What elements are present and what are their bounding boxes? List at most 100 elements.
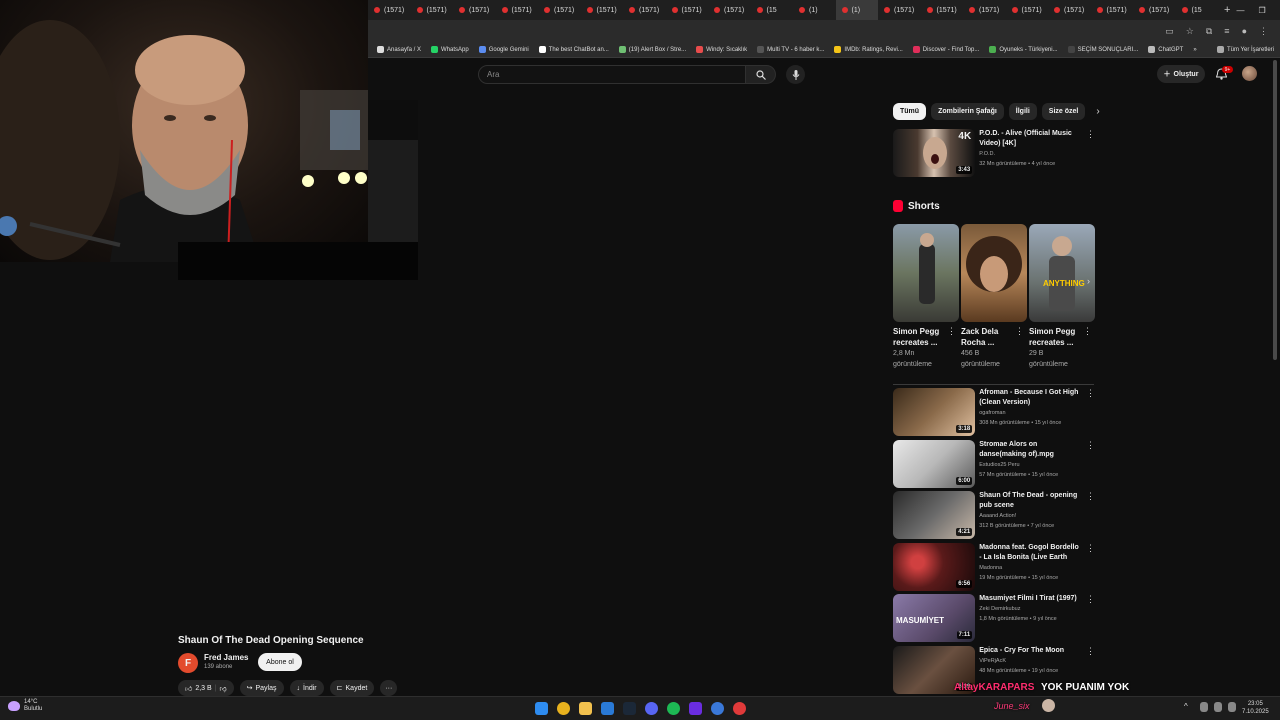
tab-search-icon[interactable]: ≡	[1224, 26, 1229, 36]
bookmark-item[interactable]: Anasayfa / X	[372, 46, 426, 53]
bookmark-item[interactable]: Windy: Sıcaklık	[691, 46, 752, 53]
more-actions-icon[interactable]: ⋮	[947, 326, 956, 370]
browser-tab[interactable]: (1571)	[411, 0, 454, 20]
network-icon[interactable]	[1214, 702, 1222, 712]
sidebar-video[interactable]: MASUMİYET 7:11 Masumiyet Filmi I Tirat (19…	[893, 594, 1095, 642]
browser-tab[interactable]: (1571)	[878, 0, 921, 20]
bookmark-item[interactable]: The best ChatBot an...	[534, 46, 614, 53]
short-title[interactable]: Simon Pegg recreates ...	[893, 326, 945, 348]
bookmark-item[interactable]: Google Gemini	[474, 46, 534, 53]
video-thumbnail[interactable]: 6:56	[893, 542, 976, 591]
bookmark-item[interactable]: WhatsApp	[426, 46, 474, 53]
video-channel[interactable]: Madonna	[979, 563, 1082, 573]
filter-chip[interactable]: Size özel	[1041, 103, 1086, 120]
short-title[interactable]: Simon Pegg recreates ...	[1029, 326, 1081, 348]
voice-search-button[interactable]	[786, 65, 805, 84]
account-avatar[interactable]	[1242, 66, 1257, 81]
video-thumbnail[interactable]: 4:21	[893, 491, 976, 539]
short-thumbnail[interactable]	[893, 224, 959, 322]
short-thumbnail[interactable]	[961, 224, 1027, 322]
obs-icon[interactable]	[689, 702, 702, 715]
browser-tab[interactable]: (1571)	[666, 0, 709, 20]
filter-chip[interactable]: Zombilerin Şafağı	[931, 103, 1004, 120]
chevron-right-icon[interactable]: ›	[1087, 276, 1090, 286]
profile-icon[interactable]: ●	[1242, 26, 1247, 36]
browser-tab[interactable]: (1571)	[581, 0, 624, 20]
browser-tab[interactable]: (1571)	[1133, 0, 1176, 20]
video-channel[interactable]: ogafroman	[979, 408, 1082, 418]
chrome-icon[interactable]	[557, 702, 570, 715]
more-actions-icon[interactable]: ⋮	[1015, 326, 1024, 370]
browser-tab[interactable]: (1571)	[921, 0, 964, 20]
video-channel[interactable]: Zeki Demirkubuz	[979, 604, 1082, 614]
bookmark-item[interactable]: Oyuneks - Türkiyeni...	[984, 46, 1062, 53]
short-info[interactable]: Zack Dela Rocha ... 456 B görüntüleme ⋮	[961, 326, 1024, 370]
more-actions-icon[interactable]: ⋮	[1086, 388, 1095, 436]
chevron-right-icon[interactable]: ›	[1096, 106, 1099, 117]
subscribe-button[interactable]: Abone ol	[258, 653, 302, 671]
search-input[interactable]: Ara	[478, 65, 746, 84]
bookmark-item[interactable]: Discover - Find Top...	[908, 46, 985, 53]
browser-tab[interactable]: (1571)	[496, 0, 539, 20]
video-title[interactable]: Masumiyet Filmi I Tirat (1997)	[979, 594, 1082, 604]
browser-tab[interactable]: (1571)	[1048, 0, 1091, 20]
more-actions-icon[interactable]: ⋮	[1083, 326, 1092, 370]
tray-chevron-icon[interactable]: ^	[1184, 702, 1192, 715]
extensions-icon[interactable]: ⧉	[1206, 26, 1212, 37]
browser-tab[interactable]: (1571)	[538, 0, 581, 20]
more-actions-icon[interactable]: ⋮	[1086, 543, 1095, 591]
share-button[interactable]: ↪ Paylaş	[239, 680, 284, 696]
maximize-icon[interactable]: ❐	[1258, 6, 1265, 15]
video-channel[interactable]: Aaaand Action!	[979, 511, 1082, 521]
bookmark-item[interactable]: IMDb: Ratings, Revi...	[829, 46, 907, 53]
clock[interactable]: 23:05 7.10.2025	[1242, 700, 1269, 716]
discord-icon[interactable]	[645, 702, 658, 715]
browser-tab[interactable]: (1571)	[708, 0, 751, 20]
spotify-icon[interactable]	[667, 702, 680, 715]
volume-icon[interactable]	[1228, 702, 1236, 712]
more-actions-icon[interactable]: ⋮	[1086, 491, 1095, 539]
browser-tab[interactable]: (15	[1176, 0, 1219, 20]
browser-tab[interactable]: (1571)	[368, 0, 411, 20]
short-info[interactable]: Simon Pegg recreates ... 2,8 Mn görüntüle…	[893, 326, 956, 370]
bookmarks-more-button[interactable]: »	[1188, 47, 1201, 53]
new-tab-button[interactable]: +	[1218, 4, 1236, 16]
sidebar-video[interactable]: 6:56 Madonna feat. Gogol Bordello - La Is…	[893, 542, 1095, 591]
sidebar-video[interactable]: 6:00 Stromae Alors on danse(making of).mp…	[893, 439, 1095, 488]
browser-tab[interactable]: (1)	[835, 0, 878, 20]
video-thumbnail[interactable]: 4K 3:43	[893, 129, 976, 177]
browser-tab[interactable]: (1571)	[623, 0, 666, 20]
browser-tab[interactable]: (1571)	[1091, 0, 1134, 20]
menu-icon[interactable]: ⋮	[1259, 26, 1268, 37]
video-channel[interactable]: ViPeRjAcK	[979, 656, 1082, 666]
sidebar-video[interactable]: 3:18 Afroman - Because I Got High (Clean …	[893, 388, 1095, 436]
short-info[interactable]: Simon Pegg recreates ... 29 B görüntüleme…	[1029, 326, 1092, 370]
video-title[interactable]: Stromae Alors on danse(making of).mpg	[979, 440, 1082, 460]
bookmark-item[interactable]: (19) Alert Box / Stre...	[614, 46, 691, 53]
all-bookmarks-button[interactable]: Tüm Yer İşaretleri	[1212, 46, 1280, 53]
filter-chip[interactable]: İlgili	[1008, 103, 1037, 120]
edge-icon[interactable]	[601, 702, 614, 715]
more-actions-icon[interactable]: ⋮	[1086, 129, 1095, 177]
sidebar-video-top[interactable]: 4K 3:43 P.O.D. - Alive (Official Music V…	[893, 129, 1095, 177]
channel-name[interactable]: Fred James	[204, 653, 248, 662]
bookmark-item[interactable]: ChatGPT	[1143, 46, 1188, 53]
video-title[interactable]: Epica - Cry For The Moon	[979, 646, 1082, 656]
video-thumbnail[interactable]: MASUMİYET 7:11	[893, 594, 976, 642]
sidebar-video[interactable]: 4:21 Shaun Of The Dead - opening pub scen…	[893, 491, 1095, 539]
weather-widget[interactable]: 14°C Bulutlu	[8, 699, 42, 713]
filter-chip[interactable]: Tümü	[893, 103, 927, 120]
like-button[interactable]: 👍︎ 2,3 B | 👎︎	[178, 680, 234, 696]
short-title[interactable]: Zack Dela Rocha ...	[961, 326, 1013, 348]
video-thumbnail[interactable]: 6:00	[893, 439, 976, 488]
tray-icon[interactable]	[1200, 702, 1208, 712]
video-title[interactable]: Madonna feat. Gogol Bordello - La Isla B…	[979, 543, 1082, 563]
browser-tab[interactable]: (1571)	[963, 0, 1006, 20]
more-actions-icon[interactable]: ⋮	[1086, 440, 1095, 488]
download-button[interactable]: ↓ İndir	[289, 680, 324, 696]
short-thumbnail[interactable]: ANYTHING	[1029, 224, 1095, 322]
browser-tab[interactable]: (15	[751, 0, 794, 20]
thumbs-down-icon[interactable]: 👎︎	[220, 684, 227, 693]
browser-tab[interactable]: (1)	[793, 0, 836, 20]
channel-avatar[interactable]: F	[178, 653, 198, 673]
